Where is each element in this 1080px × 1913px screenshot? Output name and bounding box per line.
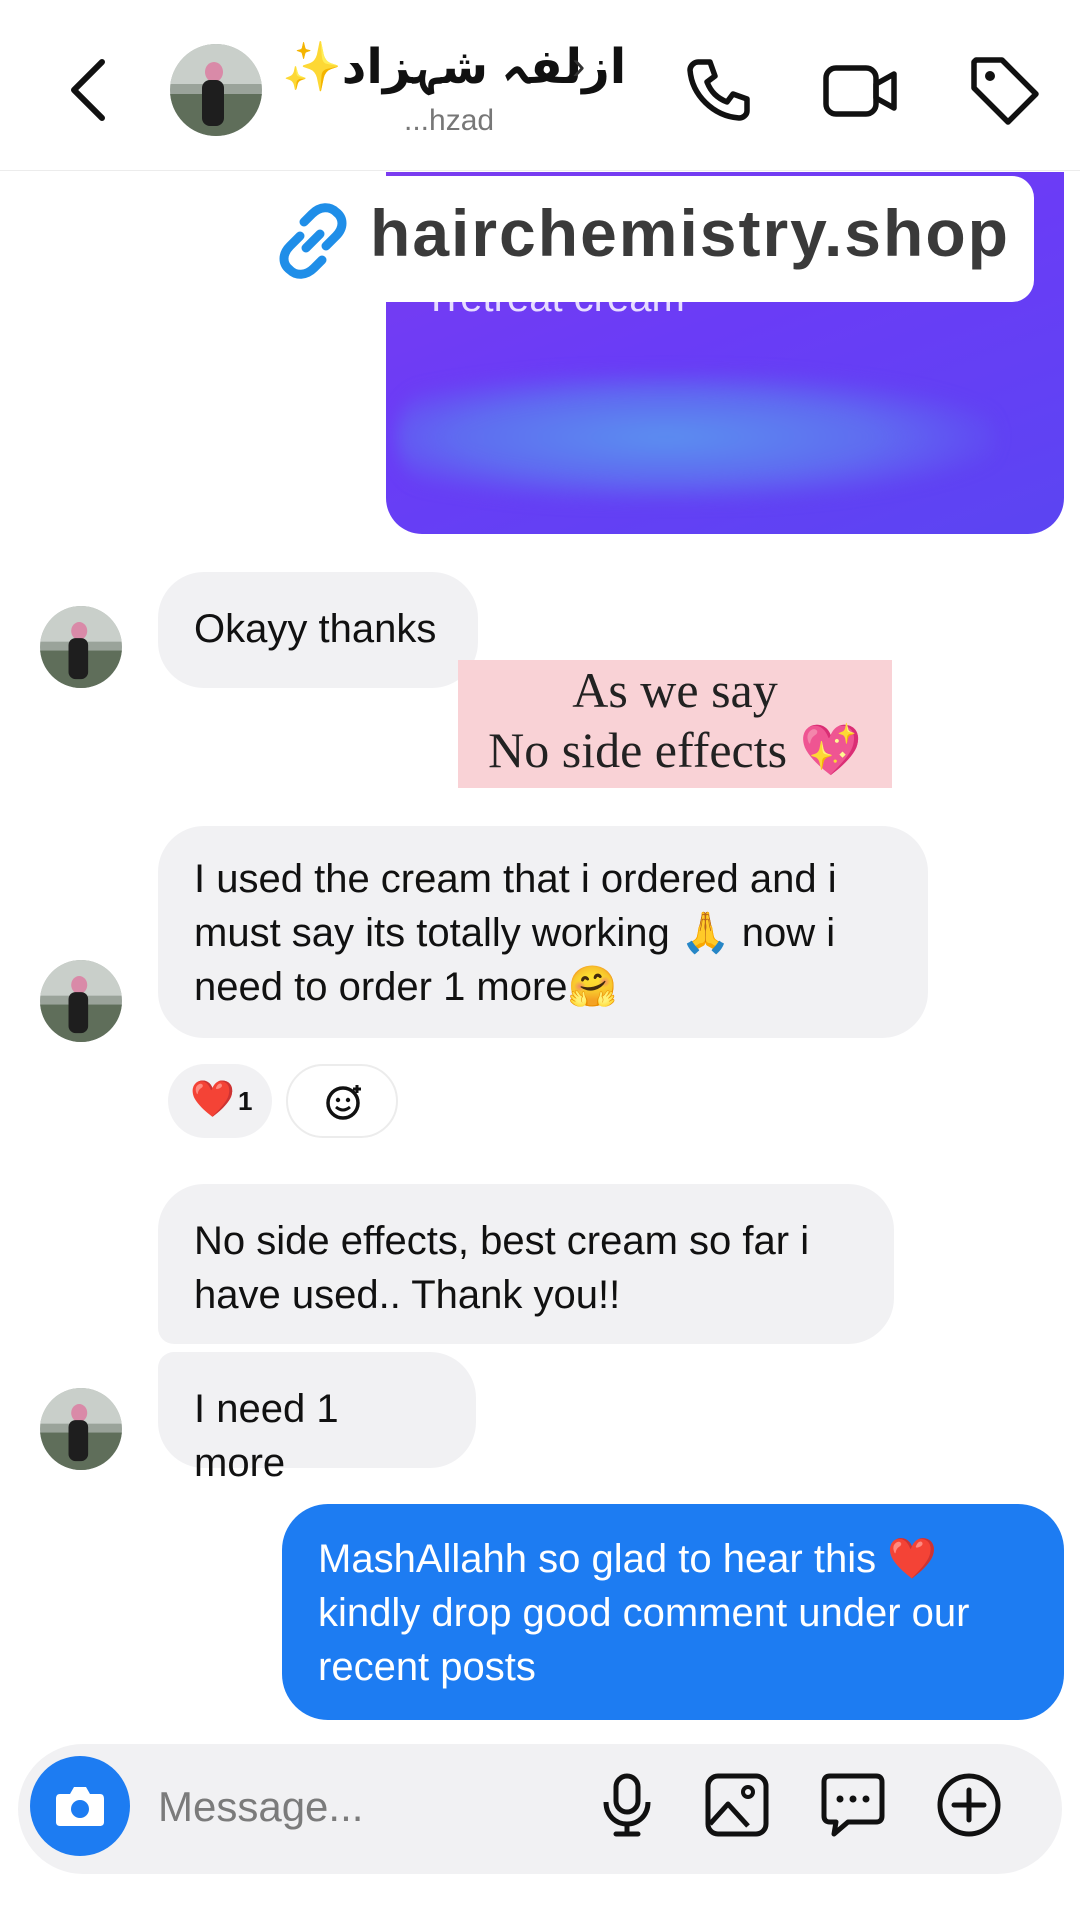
overlay-caption-line1: As we say	[572, 662, 778, 718]
message-bubble-received[interactable]: I need 1 more	[158, 1352, 476, 1485]
phone-icon[interactable]	[680, 52, 756, 128]
message-text: Okayy thanks	[194, 607, 437, 651]
overlay-caption-line2: No side effects 💖	[488, 722, 862, 778]
contact-username: ...hzad	[404, 104, 495, 137]
chevron-right-icon[interactable]: ›	[572, 44, 585, 89]
camera-button[interactable]	[30, 1756, 130, 1856]
camera-icon	[56, 1787, 104, 1826]
message-text: MashAllahh so glad to hear this ❤️ kindl…	[318, 1537, 970, 1689]
overlay-caption: As we say No side effects 💖	[458, 660, 892, 780]
link-url-text[interactable]: hairchemistry.shop	[370, 195, 1010, 271]
message-text: No side effects, best cream so far i hav…	[194, 1219, 810, 1317]
plus-circle-icon[interactable]	[934, 1770, 1004, 1840]
sender-avatar[interactable]	[40, 606, 122, 688]
microphone-icon[interactable]	[592, 1770, 662, 1840]
message-bubble-sent[interactable]: MashAllahh so glad to hear this ❤️ kindl…	[282, 1504, 1064, 1720]
sticker-chat-icon[interactable]	[818, 1770, 888, 1840]
blurred-content	[396, 372, 996, 502]
sender-avatar[interactable]	[40, 1388, 122, 1470]
link-icon	[279, 203, 347, 279]
message-input[interactable]	[156, 1778, 560, 1836]
message-bubble-received[interactable]: I used the cream that i ordered and i mu…	[158, 826, 928, 1038]
reaction-emoji: ❤️	[190, 1078, 235, 1119]
tag-icon[interactable]	[966, 52, 1042, 128]
message-bubble-received[interactable]: Okayy thanks	[158, 572, 478, 688]
add-reaction-button[interactable]	[286, 1064, 398, 1138]
reaction-heart[interactable]: ❤️ 1	[168, 1064, 272, 1138]
message-text: I need 1 more	[194, 1387, 339, 1485]
message-bubble-received[interactable]: No side effects, best cream so far i hav…	[158, 1184, 894, 1344]
gallery-icon[interactable]	[702, 1770, 772, 1840]
video-camera-icon[interactable]	[822, 52, 898, 128]
add-reaction-icon	[326, 1085, 361, 1120]
chevron-left-icon[interactable]	[58, 52, 118, 128]
contact-avatar[interactable]	[170, 44, 262, 136]
sender-avatar[interactable]	[40, 960, 122, 1042]
reaction-count: 1	[238, 1086, 253, 1116]
chat-header: ازلفہ شہزاد✨ › ...hzad	[0, 0, 1080, 171]
message-text: I used the cream that i ordered and i mu…	[194, 857, 837, 1009]
